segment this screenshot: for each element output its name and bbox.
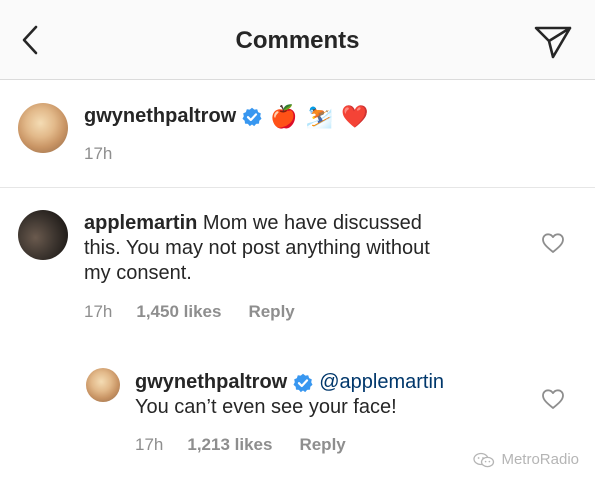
post-caption: gwynethpaltrow 🍎 ⛷️ ❤️ 17h — [0, 81, 595, 188]
wechat-icon — [473, 452, 495, 467]
watermark: MetroRadio — [473, 451, 579, 468]
skier-emoji-icon: ⛷️ — [305, 103, 334, 129]
caption-username[interactable]: gwynethpaltrow — [84, 105, 236, 128]
comment-text-line: this. You may not post anything without — [84, 237, 430, 259]
comment-time: 17h — [84, 302, 113, 321]
comment-username[interactable]: gwynethpaltrow — [135, 370, 287, 395]
page-title: Comments — [235, 27, 360, 54]
reply-button[interactable]: Reply — [299, 435, 345, 455]
verified-badge-icon — [293, 373, 313, 392]
avatar[interactable] — [18, 103, 68, 153]
like-heart-icon[interactable] — [541, 232, 565, 254]
caption-time: 17h — [84, 144, 113, 163]
caption-header: gwynethpaltrow 🍎 ⛷️ ❤️ — [84, 105, 368, 128]
verified-badge-icon — [242, 107, 262, 126]
likes-count[interactable]: 1,450 likes — [136, 302, 221, 322]
reply-button[interactable]: Reply — [248, 302, 294, 322]
like-heart-icon[interactable] — [541, 388, 565, 410]
avatar[interactable] — [18, 210, 68, 260]
comment-text-line: You can’t even see your face! — [135, 396, 397, 418]
comment-username[interactable]: applemartin — [84, 212, 197, 234]
comment-text-line: my consent. — [84, 262, 192, 284]
comment-meta: 17h 1,450 likes Reply — [84, 302, 295, 322]
avatar[interactable] — [86, 368, 120, 402]
red-heart-emoji-icon: ❤️ — [341, 103, 369, 129]
comment-meta: 17h 1,213 likes Reply — [135, 435, 346, 455]
likes-count[interactable]: 1,213 likes — [187, 435, 272, 455]
mention-link[interactable]: @applemartin — [319, 370, 444, 395]
comment-body: applemartin Mom we have discussed this. … — [84, 211, 524, 286]
nav-header: Comments — [0, 0, 595, 80]
watermark-text: MetroRadio — [501, 451, 579, 468]
apple-emoji-icon: 🍎 — [270, 103, 298, 129]
direct-send-icon[interactable] — [533, 24, 573, 60]
comment-time: 17h — [135, 435, 164, 454]
comment-body: gwynethpaltrow @applemartin You can’t ev… — [135, 370, 535, 420]
comment-text-line: Mom we have discussed — [202, 212, 422, 234]
